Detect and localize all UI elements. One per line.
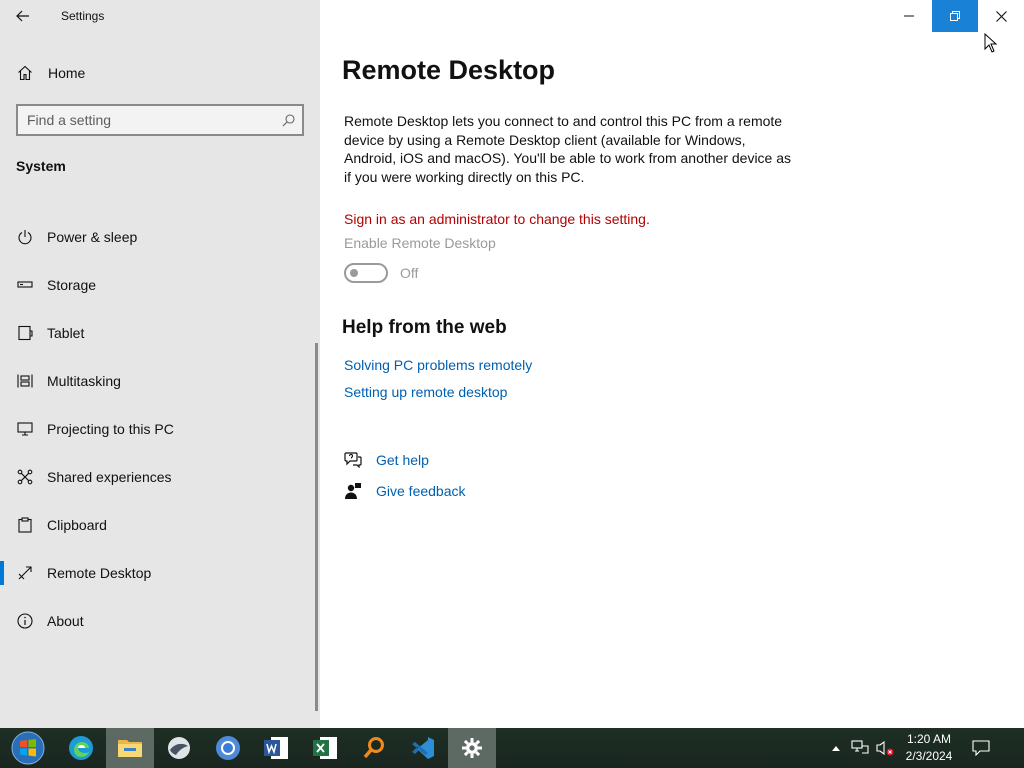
- restore-button[interactable]: [932, 0, 978, 32]
- sidebar-item-clipboard[interactable]: Clipboard: [0, 501, 320, 549]
- projecting-icon: [16, 421, 34, 437]
- show-hidden-icons-button[interactable]: [828, 728, 844, 768]
- word-taskbar-button[interactable]: [252, 728, 300, 768]
- settings-taskbar-button[interactable]: [448, 728, 496, 768]
- vscode-icon: [412, 737, 434, 759]
- about-icon: [16, 613, 34, 629]
- home-label: Home: [48, 65, 86, 81]
- app-title: Settings: [61, 9, 105, 23]
- taskbar-clock[interactable]: 1:20 AM 2/3/2024: [896, 731, 962, 765]
- sidebar-item-label: Power & sleep: [47, 229, 138, 245]
- power-icon: [16, 229, 34, 245]
- home-icon: [17, 65, 33, 81]
- chevron-up-icon: [832, 746, 840, 751]
- minimize-icon: [904, 15, 914, 17]
- notifications-button[interactable]: [968, 728, 994, 768]
- settings-icon: [462, 738, 482, 758]
- sidebar-item-label: Storage: [47, 277, 97, 293]
- enable-remote-desktop-toggle[interactable]: [344, 263, 388, 283]
- edge-icon: [69, 736, 93, 760]
- chrome-taskbar-button[interactable]: [204, 728, 252, 768]
- back-arrow-icon: [16, 10, 29, 22]
- sidebar-item-label: Clipboard: [47, 517, 107, 533]
- get-help-icon: [344, 452, 362, 468]
- sidebar-item-label: Tablet: [47, 325, 85, 341]
- taskbar: 1:20 AM 2/3/2024: [0, 728, 1024, 768]
- sidebar-item-remote-desktop[interactable]: Remote Desktop: [0, 549, 320, 597]
- sidebar-item-home[interactable]: Home: [0, 56, 320, 90]
- close-icon: [995, 10, 1007, 22]
- sidebar-item-label: Shared experiences: [47, 469, 172, 485]
- sidebar-item-multitasking[interactable]: Multitasking: [0, 357, 320, 405]
- sidebar-item-label: Remote Desktop: [47, 565, 152, 581]
- search-input[interactable]: [18, 112, 274, 128]
- edge-taskbar-button[interactable]: [57, 728, 105, 768]
- get-help-label: Get help: [376, 452, 429, 468]
- file-explorer-taskbar-button[interactable]: [106, 728, 154, 768]
- vscode-taskbar-button[interactable]: [399, 728, 447, 768]
- excel-taskbar-button[interactable]: [301, 728, 349, 768]
- excel-icon: [313, 737, 337, 759]
- shared-experiences-icon: [16, 469, 34, 485]
- page-title: Remote Desktop: [342, 55, 556, 85]
- sidebar-item-projecting[interactable]: Projecting to this PC: [0, 405, 320, 453]
- toggle-knob: [350, 269, 358, 277]
- remote-desktop-icon: [16, 565, 34, 581]
- search-app-icon: [363, 737, 384, 759]
- network-icon: [851, 740, 869, 754]
- back-button[interactable]: [0, 0, 46, 32]
- volume-muted-icon: [876, 740, 894, 756]
- sidebar-item-label: About: [47, 613, 84, 629]
- sidebar-item-label: Multitasking: [47, 373, 121, 389]
- link-solving-pc-problems[interactable]: Solving PC problems remotely: [344, 357, 532, 373]
- volume-tray-button[interactable]: [874, 728, 896, 768]
- description-text: Remote Desktop lets you connect to and c…: [344, 113, 792, 185]
- get-help-link[interactable]: Get help: [344, 450, 429, 470]
- help-title: Help from the web: [342, 317, 507, 338]
- tablet-icon: [16, 325, 34, 341]
- clock-date: 2/3/2024: [905, 749, 953, 763]
- sidebar-item-power-sleep[interactable]: Power & sleep: [0, 213, 320, 261]
- toggle-label: Enable Remote Desktop: [344, 235, 496, 251]
- search-box[interactable]: [16, 104, 304, 136]
- toggle-state: Off: [400, 265, 419, 281]
- give-feedback-icon: [344, 482, 362, 500]
- storage-icon: [16, 277, 34, 293]
- sidebar-item-tablet[interactable]: Tablet: [0, 309, 320, 357]
- app-icon: [168, 737, 190, 759]
- multitasking-icon: [16, 373, 34, 389]
- sidebar-item-label: Projecting to this PC: [47, 421, 174, 437]
- minimize-button[interactable]: [886, 0, 932, 32]
- give-feedback-link[interactable]: Give feedback: [344, 481, 466, 501]
- give-feedback-label: Give feedback: [376, 483, 466, 499]
- sidebar-item-about[interactable]: About: [0, 597, 320, 645]
- notification-icon: [972, 740, 990, 756]
- clipboard-icon: [16, 517, 34, 533]
- clock-time: 1:20 AM: [906, 732, 952, 746]
- close-button[interactable]: [978, 0, 1024, 32]
- sidebar-scrollbar[interactable]: [315, 343, 318, 711]
- section-title: System: [16, 158, 66, 174]
- title-bar: Settings: [0, 0, 320, 32]
- sidebar: Settings Home System Power & sleep Stora…: [0, 0, 320, 728]
- file-explorer-icon: [118, 740, 142, 757]
- search-app-taskbar-button[interactable]: [350, 728, 398, 768]
- admin-warning: Sign in as an administrator to change th…: [344, 211, 650, 227]
- windows-logo-icon: [11, 731, 45, 765]
- word-icon: [264, 737, 288, 759]
- sidebar-item-storage[interactable]: Storage: [0, 261, 320, 309]
- chrome-icon: [216, 736, 240, 760]
- app-taskbar-button[interactable]: [155, 728, 203, 768]
- sidebar-nav: Power & sleep Storage Tablet Multitaskin…: [0, 213, 320, 645]
- sidebar-item-shared-experiences[interactable]: Shared experiences: [0, 453, 320, 501]
- network-tray-button[interactable]: [848, 728, 872, 768]
- mouse-cursor-icon: [984, 33, 998, 53]
- search-icon[interactable]: [274, 113, 302, 127]
- link-setting-up-remote-desktop[interactable]: Setting up remote desktop: [344, 384, 507, 400]
- start-button[interactable]: [4, 728, 52, 768]
- restore-icon: [950, 11, 960, 21]
